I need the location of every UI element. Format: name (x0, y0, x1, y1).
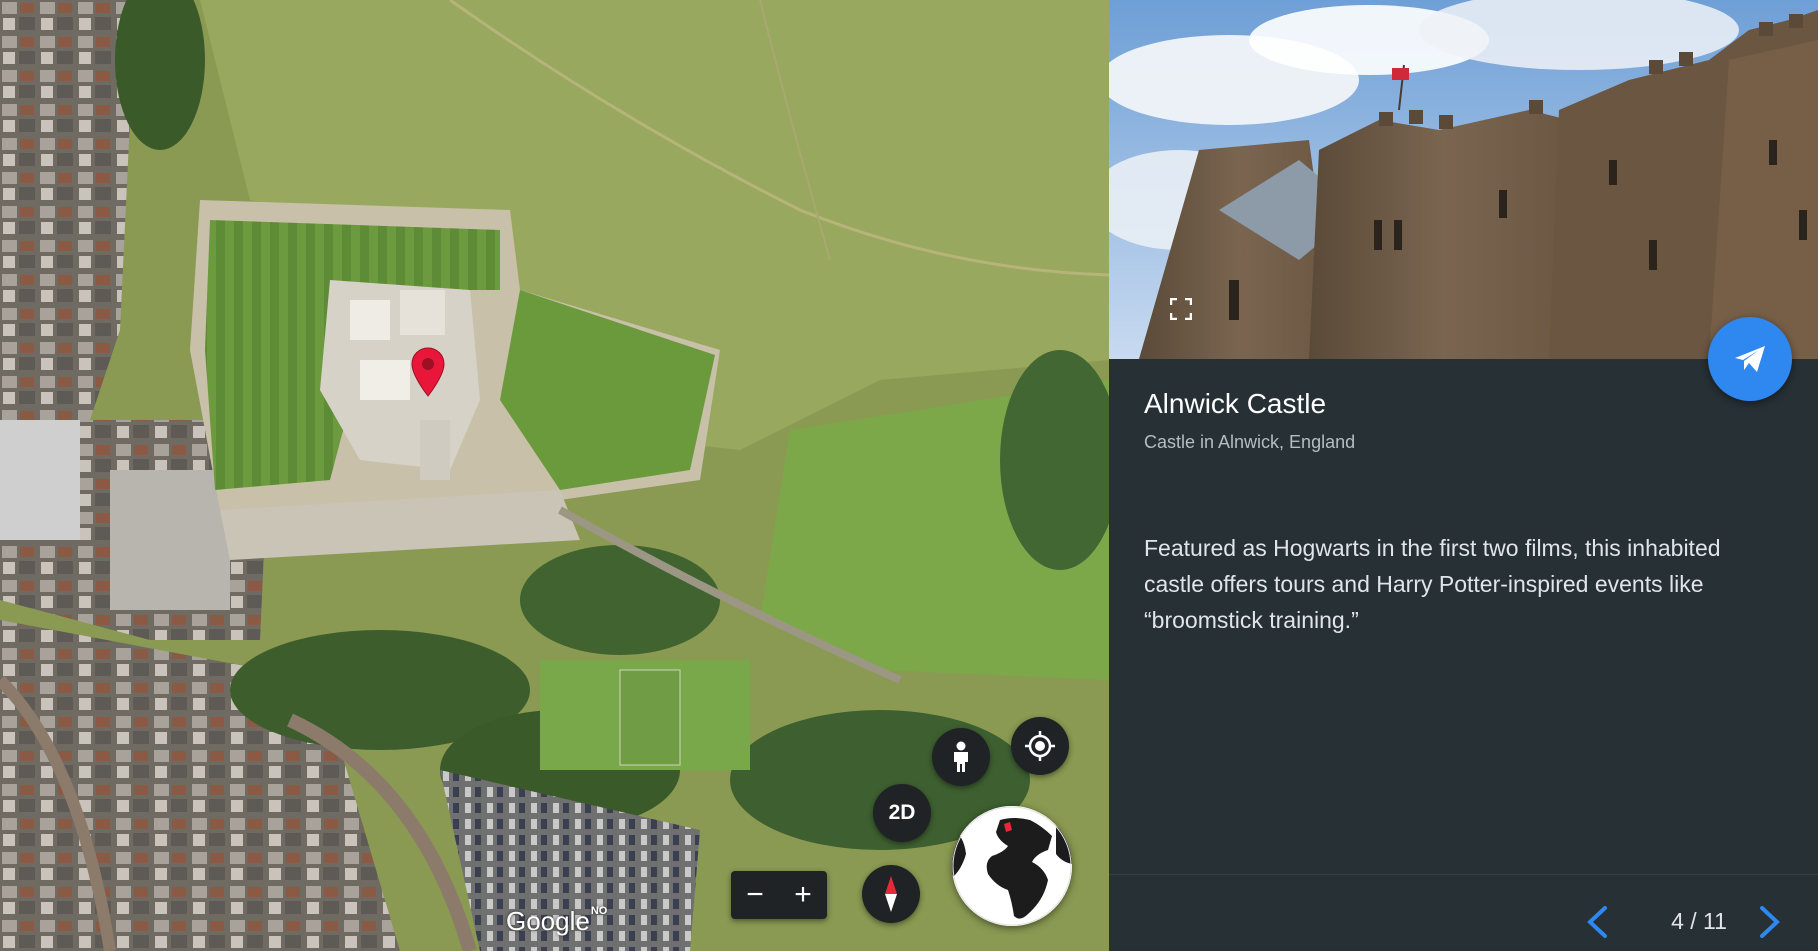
zoom-control: − + (731, 871, 827, 919)
satellite-map[interactable]: 2D − + GoogleNO (0, 0, 1109, 951)
place-subtitle: Castle in Alnwick, England (1144, 432, 1356, 452)
fullscreen-icon (1169, 297, 1193, 321)
place-panel: Alnwick Castle Castle in Alnwick, Englan… (1109, 0, 1818, 951)
place-photo[interactable] (1109, 0, 1818, 359)
fullscreen-button[interactable] (1169, 297, 1193, 325)
my-location-button[interactable] (1011, 717, 1069, 775)
place-description: Featured as Hogwarts in the first two fi… (1144, 535, 1721, 633)
compass-icon (885, 876, 897, 912)
paper-plane-icon (1735, 346, 1765, 372)
share-button[interactable] (1708, 317, 1792, 401)
previous-button[interactable] (1585, 905, 1609, 944)
toggle-2d-button[interactable]: 2D (873, 784, 931, 842)
globe-button[interactable] (952, 806, 1072, 926)
my-location-icon (1025, 731, 1055, 761)
zoom-out-button[interactable]: − (735, 880, 775, 910)
person-icon (954, 741, 968, 772)
page-indicator: 4 / 11 (1671, 908, 1727, 934)
google-logo: GoogleNO (506, 905, 608, 936)
castle-photo-image (1109, 0, 1818, 359)
chevron-right-icon (1760, 906, 1780, 938)
divider (1109, 874, 1818, 875)
satellite-imagery (0, 0, 1109, 951)
next-button[interactable] (1758, 905, 1782, 944)
street-view-person-button[interactable] (932, 728, 990, 786)
location-pin-icon[interactable] (411, 347, 445, 402)
place-title: Alnwick Castle (1144, 388, 1327, 419)
globe-icon (952, 806, 1072, 926)
compass-button[interactable] (862, 865, 920, 923)
zoom-in-button[interactable]: + (783, 880, 823, 910)
chevron-left-icon (1587, 906, 1607, 938)
